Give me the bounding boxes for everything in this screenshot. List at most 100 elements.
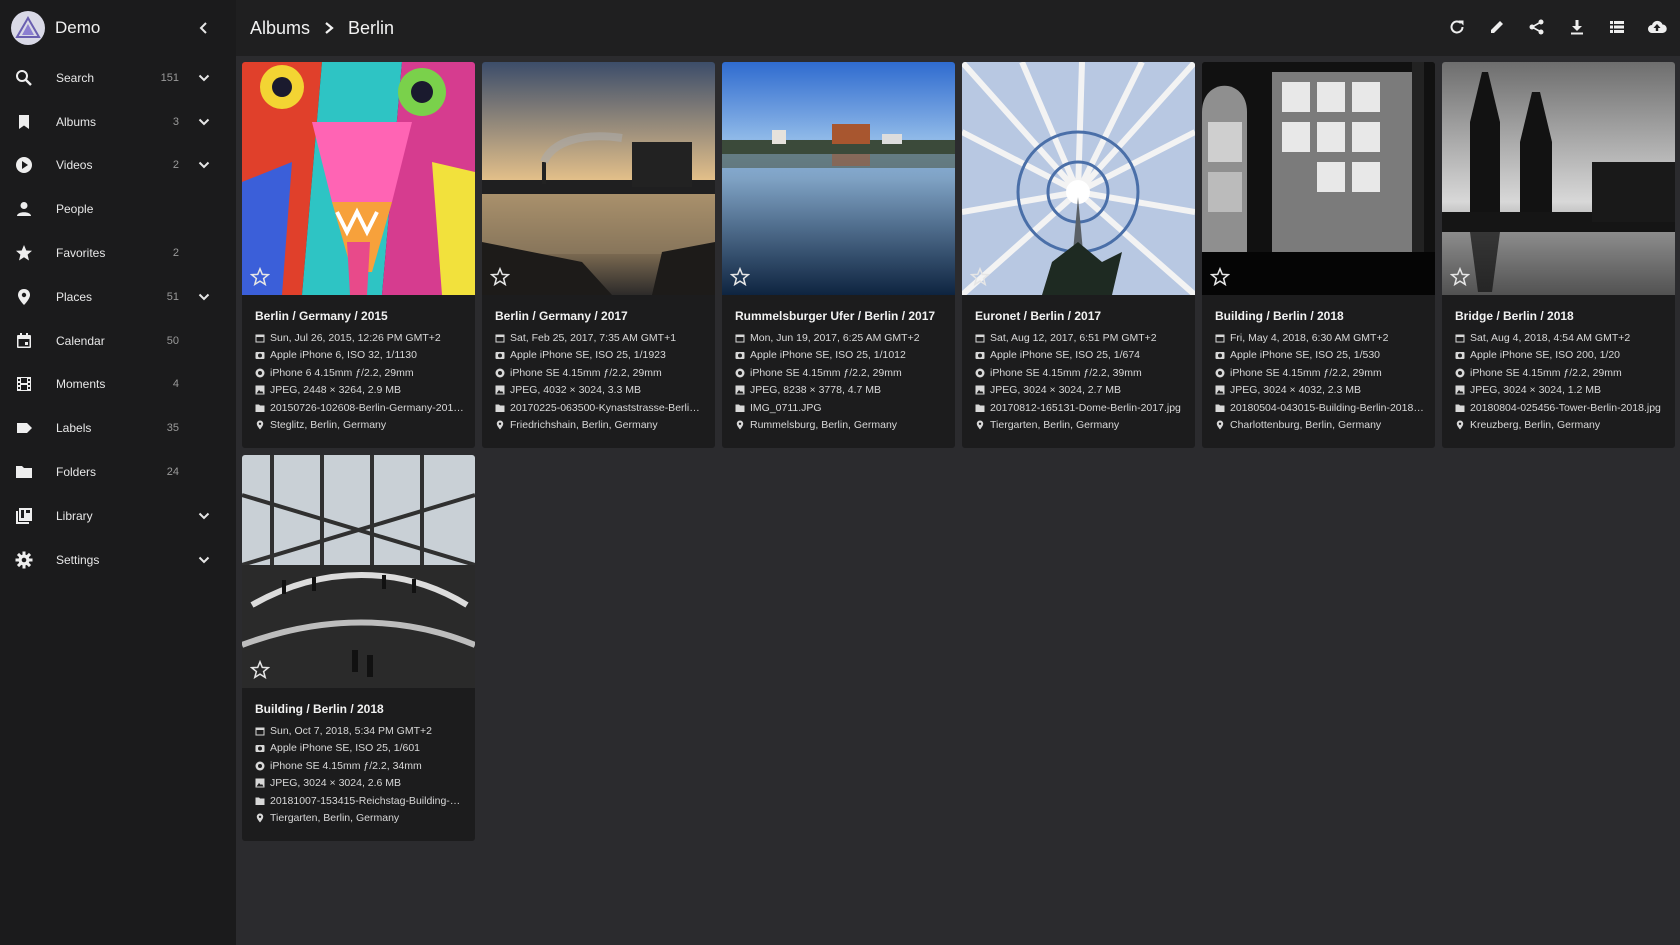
photo-title[interactable]: Berlin / Germany / 2017 xyxy=(495,309,705,323)
sidebar-item-favorites[interactable]: Favorites 2 xyxy=(0,231,236,275)
breadcrumb-albums[interactable]: Albums xyxy=(250,18,310,39)
photo-camera: Apple iPhone SE, ISO 25, 1/601 xyxy=(255,740,475,758)
sidebar-item-count: 50 xyxy=(166,334,179,347)
upload-icon[interactable] xyxy=(1644,14,1670,40)
sidebar-item-albums[interactable]: Albums 3 xyxy=(0,100,236,144)
chevron-down-icon[interactable] xyxy=(196,157,212,173)
photo-date-text: Sun, Oct 7, 2018, 5:34 PM GMT+2 xyxy=(270,724,432,737)
sidebar-item-count: 4 xyxy=(172,378,179,391)
photo-file-text: JPEG, 3024 × 3024, 2.7 MB xyxy=(990,384,1122,397)
photo-location: Steglitz, Berlin, Germany xyxy=(255,417,475,435)
star-outline-icon[interactable] xyxy=(249,659,271,680)
photo-location-text: Rummelsburg, Berlin, Germany xyxy=(750,419,898,432)
photo-info: Bridge / Berlin / 2018 Sat, Aug 4, 2018, … xyxy=(1442,295,1675,434)
sidebar-item-count: 51 xyxy=(166,290,179,303)
photo-info: Rummelsburger Ufer / Berlin / 2017 Mon, J… xyxy=(722,295,955,434)
photo-title[interactable]: Bridge / Berlin / 2018 xyxy=(1455,309,1665,323)
sidebar-item-count: 2 xyxy=(172,247,179,260)
sidebar-item-label: Folders xyxy=(56,465,97,480)
toolbar-actions xyxy=(1430,14,1670,40)
sidebar-item-labels[interactable]: Labels 35 xyxy=(0,406,236,450)
photo-date-text: Fri, May 4, 2018, 6:30 AM GMT+2 xyxy=(1230,331,1389,344)
chevron-down-icon[interactable] xyxy=(196,289,212,305)
sidebar-item-label: Albums xyxy=(56,114,97,129)
sidebar-item-count: 2 xyxy=(172,159,179,172)
photo-thumbnail[interactable] xyxy=(242,455,475,688)
photo-filename: 20170812-165131-Dome-Berlin-2017.jpg xyxy=(975,399,1195,417)
photo-camera-text: Apple iPhone SE, ISO 25, 1/1012 xyxy=(750,349,906,362)
photo-lens-text: iPhone SE 4.15mm ƒ/2.2, 29mm xyxy=(750,366,902,379)
photo-card[interactable]: Building / Berlin / 2018 Sun, Oct 7, 2018… xyxy=(242,455,475,841)
photo-file: JPEG, 3024 × 3024, 2.7 MB xyxy=(975,382,1195,400)
photo-thumbnail[interactable] xyxy=(1202,62,1435,295)
photo-info: Euronet / Berlin / 2017 Sat, Aug 12, 2017… xyxy=(962,295,1195,434)
chevron-down-icon[interactable] xyxy=(196,70,212,86)
camera-icon xyxy=(1455,350,1465,360)
star-outline-icon[interactable] xyxy=(489,266,511,287)
sidebar-item-library[interactable]: Library xyxy=(0,494,236,538)
list-view-icon[interactable] xyxy=(1604,14,1630,40)
sidebar-item-label: Settings xyxy=(56,552,100,567)
photo-card[interactable]: Berlin / Germany / 2015 Sun, Jul 26, 2015… xyxy=(242,62,475,448)
edit-icon[interactable] xyxy=(1484,14,1510,40)
photo-card[interactable]: Building / Berlin / 2018 Fri, May 4, 2018… xyxy=(1202,62,1435,448)
photo-file: JPEG, 2448 × 3264, 2.9 MB xyxy=(255,382,475,400)
photo-thumbnail[interactable] xyxy=(1442,62,1675,295)
sidebar-item-videos[interactable]: Videos 2 xyxy=(0,144,236,188)
chevron-down-icon[interactable] xyxy=(196,508,212,524)
photo-camera-text: Apple iPhone SE, ISO 200, 1/20 xyxy=(1470,349,1621,362)
sidebar-item-folders[interactable]: Folders 24 xyxy=(0,450,236,494)
aperture-icon xyxy=(255,368,265,378)
image-icon xyxy=(1215,385,1225,395)
photo-card[interactable]: Rummelsburger Ufer / Berlin / 2017 Mon, J… xyxy=(722,62,955,448)
photo-title[interactable]: Rummelsburger Ufer / Berlin / 2017 xyxy=(735,309,945,323)
download-icon[interactable] xyxy=(1564,14,1590,40)
photo-thumbnail[interactable] xyxy=(722,62,955,295)
photo-date: Sun, Jul 26, 2015, 12:26 PM GMT+2 xyxy=(255,329,475,347)
star-outline-icon[interactable] xyxy=(1209,266,1231,287)
photo-info: Building / Berlin / 2018 Fri, May 4, 2018… xyxy=(1202,295,1435,434)
breadcrumb-current: Berlin xyxy=(348,17,395,38)
photo-file-text: JPEG, 3024 × 3024, 2.6 MB xyxy=(270,777,402,790)
photo-date: Fri, May 4, 2018, 6:30 AM GMT+2 xyxy=(1215,329,1435,347)
photo-title[interactable]: Building / Berlin / 2018 xyxy=(255,702,465,716)
camera-icon xyxy=(735,350,745,360)
star-outline-icon[interactable] xyxy=(729,266,751,287)
photo-card[interactable]: Euronet / Berlin / 2017 Sat, Aug 12, 2017… xyxy=(962,62,1195,448)
star-outline-icon[interactable] xyxy=(969,266,991,287)
folder-icon xyxy=(1215,403,1225,413)
sidebar-item-moments[interactable]: Moments 4 xyxy=(0,363,236,407)
photo-location: Charlottenburg, Berlin, Germany xyxy=(1215,417,1435,435)
chevron-down-icon[interactable] xyxy=(196,114,212,130)
photo-card[interactable]: Berlin / Germany / 2017 Sat, Feb 25, 2017… xyxy=(482,62,715,448)
photo-lens: iPhone SE 4.15mm ƒ/2.2, 29mm xyxy=(735,364,955,382)
breadcrumb: Albums Berlin xyxy=(250,18,394,39)
folder-icon xyxy=(495,403,505,413)
photo-thumbnail[interactable] xyxy=(482,62,715,295)
sidebar-item-places[interactable]: Places 51 xyxy=(0,275,236,319)
app-name: Demo xyxy=(55,18,101,37)
share-icon[interactable] xyxy=(1524,14,1550,40)
photo-title[interactable]: Building / Berlin / 2018 xyxy=(1215,309,1425,323)
sidebar-item-search[interactable]: Search 151 xyxy=(0,56,236,100)
star-outline-icon[interactable] xyxy=(249,266,271,287)
refresh-icon[interactable] xyxy=(1444,14,1470,40)
chevron-down-icon[interactable] xyxy=(196,552,212,568)
photo-thumbnail[interactable] xyxy=(242,62,475,295)
sidebar-item-count: 3 xyxy=(172,115,179,128)
sidebar-item-people[interactable]: People xyxy=(0,187,236,231)
photo-file: JPEG, 3024 × 3024, 2.6 MB xyxy=(255,775,475,793)
sidebar-item-settings[interactable]: Settings xyxy=(0,538,236,582)
app-logo[interactable] xyxy=(11,11,45,45)
photo-title[interactable]: Euronet / Berlin / 2017 xyxy=(975,309,1185,323)
star-outline-icon[interactable] xyxy=(1449,266,1471,287)
photo-card[interactable]: Bridge / Berlin / 2018 Sat, Aug 4, 2018, … xyxy=(1442,62,1675,448)
photo-title[interactable]: Berlin / Germany / 2015 xyxy=(255,309,465,323)
sidebar-item-calendar[interactable]: Calendar 50 xyxy=(0,319,236,363)
photo-location: Tiergarten, Berlin, Germany xyxy=(975,417,1195,435)
collapse-sidebar-icon[interactable] xyxy=(194,18,214,38)
photo-date: Sun, Oct 7, 2018, 5:34 PM GMT+2 xyxy=(255,722,475,740)
photo-filename-text: 20181007-153415-Reichstag-Building-Berli… xyxy=(270,794,465,807)
photo-thumbnail[interactable] xyxy=(962,62,1195,295)
place-icon xyxy=(495,420,505,430)
